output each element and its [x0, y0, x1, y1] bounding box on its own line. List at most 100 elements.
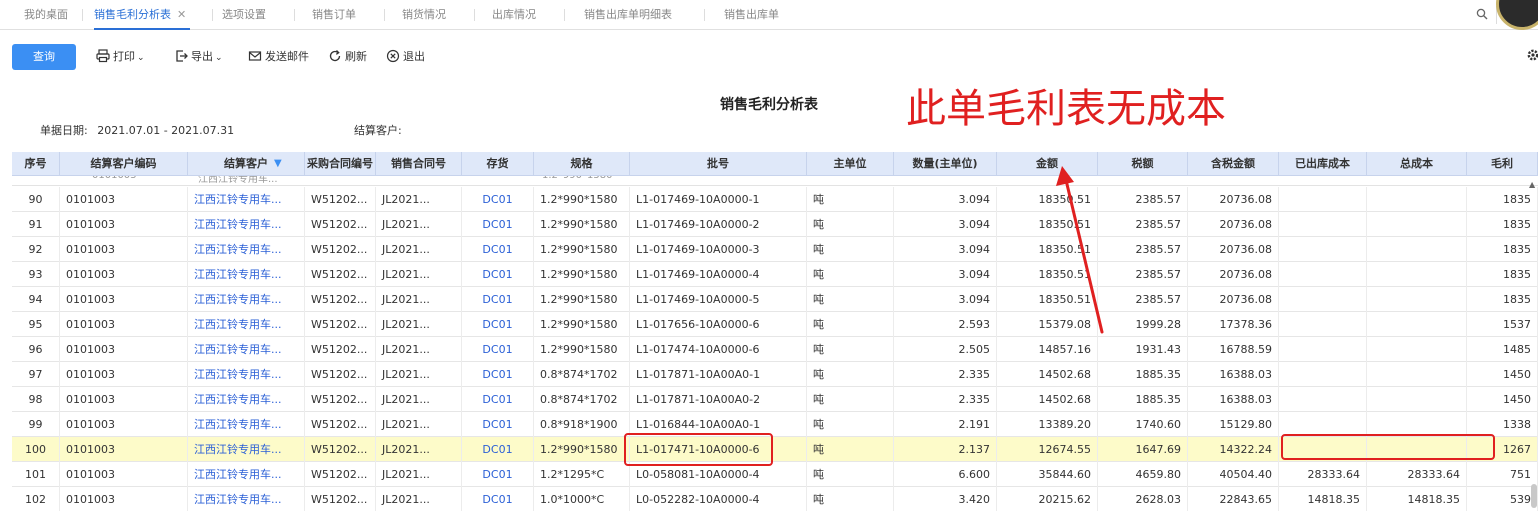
cell-quantity-col: 6.600 [894, 462, 997, 487]
column-header-quantity-col[interactable]: 数量(主单位) [894, 152, 997, 176]
cell-customer-col[interactable]: 江西江铃专用车... [188, 387, 305, 412]
scroll-up-icon[interactable]: ▲ [1529, 180, 1535, 189]
tab-options[interactable]: 选项设置 [222, 0, 266, 30]
column-header-spec-col[interactable]: 规格 [534, 152, 630, 176]
cell-customer-col[interactable]: 江西江铃专用车... [188, 187, 305, 212]
avatar[interactable] [1496, 0, 1538, 30]
cell-total-cost-col [1367, 387, 1467, 412]
cell-inventory-col[interactable]: DC01 [462, 212, 534, 237]
column-header-seq-col[interactable]: 序号 [12, 152, 60, 176]
column-header-purchase-contract-col[interactable]: 采购合同编号 [305, 152, 376, 176]
refresh-button[interactable]: 刷新 [328, 48, 367, 66]
cell-quantity-col: 2.505 [894, 337, 997, 362]
cell-inventory-col[interactable]: DC01 [462, 387, 534, 412]
scrollbar-thumb[interactable] [1531, 484, 1537, 508]
tab-label: 销售订单 [312, 8, 356, 21]
cell-inventory-col[interactable]: DC01 [462, 187, 534, 212]
cell-total-col: 16388.03 [1188, 387, 1279, 412]
table-row[interactable]: 98 0101003 江西江铃专用车... W51202... JL2021... DC0… [12, 387, 1538, 412]
cell-inventory-col[interactable]: DC01 [462, 437, 534, 462]
tab-divider [384, 9, 385, 21]
column-header-total-cost-col[interactable]: 总成本 [1367, 152, 1467, 176]
cell-tax-col: 1647.69 [1098, 437, 1188, 462]
cell-quantity-col: 2.335 [894, 387, 997, 412]
cell-customer-col[interactable]: 江西江铃专用车... [188, 462, 305, 487]
tab-outbound-status[interactable]: 出库情况 [492, 0, 536, 30]
close-icon[interactable]: ✕ [177, 8, 186, 21]
cell-inventory-col[interactable]: DC01 [462, 337, 534, 362]
table-row[interactable]: 93 0101003 江西江铃专用车... W51202... JL2021... DC0… [12, 262, 1538, 287]
print-button[interactable]: 打印 ⌄ [96, 48, 145, 66]
column-header-customer-code-col[interactable]: 结算客户编码 [60, 152, 188, 176]
cell-shipped-cost-col [1279, 212, 1367, 237]
send-email-button[interactable]: 发送邮件 [248, 48, 309, 66]
cell-customer-col[interactable]: 江西江铃专用车... [188, 362, 305, 387]
cell-customer-col[interactable]: 江西江铃专用车... [188, 287, 305, 312]
cell-purchase-contract-col: W51202... [305, 287, 376, 312]
cell-customer-col[interactable]: 江西江铃专用车... [188, 337, 305, 362]
cell-inventory-col[interactable]: DC01 [462, 287, 534, 312]
cell-customer-col[interactable]: 江西江铃专用车... [188, 437, 305, 462]
column-header-inventory-col[interactable]: 存货 [462, 152, 534, 176]
cell-spec-col: 1.2*1295*C [534, 462, 630, 487]
gear-icon[interactable] [1526, 48, 1538, 62]
export-button[interactable]: 导出 ⌄ [174, 48, 223, 66]
tab-desktop[interactable]: 我的桌面 [24, 0, 68, 30]
cell-customer-col[interactable]: 江西江铃专用车... [188, 212, 305, 237]
table-row[interactable]: 91 0101003 江西江铃专用车... W51202... JL2021... DC0… [12, 212, 1538, 237]
table-row[interactable]: 95 0101003 江西江铃专用车... W51202... JL2021... DC0… [12, 312, 1538, 337]
cell-inventory-col[interactable]: DC01 [462, 487, 534, 511]
cell-customer-col[interactable]: 江西江铃专用车... [188, 412, 305, 437]
cell-unit-col: 吨 [807, 362, 894, 387]
table-row[interactable]: 97 0101003 江西江铃专用车... W51202... JL2021... DC0… [12, 362, 1538, 387]
cell-inventory-col[interactable]: DC01 [462, 462, 534, 487]
cell-seq-col: 98 [12, 387, 60, 412]
cell-total-cost-col [1367, 262, 1467, 287]
cell-customer-col[interactable]: 江西江铃专用车... [188, 237, 305, 262]
table-row[interactable]: 101 0101003 江西江铃专用车... W51202... JL2021... DC… [12, 462, 1538, 487]
cell-inventory-col[interactable]: DC01 [462, 262, 534, 287]
cell-sales-contract-col: JL2021... [376, 387, 462, 412]
query-button[interactable]: 查询 [12, 44, 76, 70]
tab-sales-order[interactable]: 销售订单 [312, 0, 356, 30]
cell-total-col: 20736.08 [1188, 287, 1279, 312]
table-row[interactable]: 102 0101003 江西江铃专用车... W51202... JL2021... DC… [12, 487, 1538, 511]
cell-customer-col[interactable]: 江西江铃专用车... [188, 312, 305, 337]
cell-inventory-col[interactable]: DC01 [462, 362, 534, 387]
tab-outbound-order[interactable]: 销售出库单 [724, 0, 779, 30]
tab-outbound-detail[interactable]: 销售出库单明细表 [584, 0, 672, 30]
tab-divider [564, 9, 565, 21]
cell-batch-col: L0-052282-10A0000-4 [630, 487, 807, 511]
cell-seq-col: 92 [12, 237, 60, 262]
exit-button[interactable]: 退出 [386, 48, 425, 66]
cell-spec-col: 1.0*1000*C [534, 487, 630, 511]
column-header-batch-col[interactable]: 批号 [630, 152, 807, 176]
column-header-customer-col[interactable]: 结算客户 [188, 152, 305, 176]
cell-inventory-col[interactable]: DC01 [462, 412, 534, 437]
cell-batch-col: L1-017469-10A0000-5 [630, 287, 807, 312]
column-header-shipped-cost-col[interactable]: 已出库成本 [1279, 152, 1367, 176]
cell-batch-col: L1-017871-10A00A0-2 [630, 387, 807, 412]
table-row[interactable]: 92 0101003 江西江铃专用车... W51202... JL2021... DC0… [12, 237, 1538, 262]
column-header-sales-contract-col[interactable]: 销售合同号 [376, 152, 462, 176]
cell-unit-col: 吨 [807, 187, 894, 212]
column-header-total-col[interactable]: 含税金额 [1188, 152, 1279, 176]
column-header-profit-col[interactable]: 毛利 [1467, 152, 1538, 176]
cell-customer-col[interactable]: 江西江铃专用车... [188, 262, 305, 287]
column-header-tax-col[interactable]: 税额 [1098, 152, 1188, 176]
search-icon[interactable] [1476, 8, 1488, 20]
cell-profit-col: 1485 [1467, 337, 1538, 362]
cell-inventory-col[interactable]: DC01 [462, 312, 534, 337]
table-row[interactable]: 90 0101003 江西江铃专用车... W51202... JL2021... DC0… [12, 187, 1538, 212]
cell-inventory-col[interactable]: DC01 [462, 237, 534, 262]
tab-sales-status[interactable]: 销货情况 [402, 0, 446, 30]
cell-batch-col: L1-017469-10A0000-3 [630, 237, 807, 262]
table-row[interactable]: 94 0101003 江西江铃专用车... W51202... JL2021... DC0… [12, 287, 1538, 312]
filter-icon[interactable]: ▼ [274, 152, 282, 176]
cell-customer-col[interactable]: 江西江铃专用车... [188, 487, 305, 511]
cell-customer-code-col: 0101003 [60, 337, 188, 362]
table-row[interactable]: 96 0101003 江西江铃专用车... W51202... JL2021... DC0… [12, 337, 1538, 362]
cell-spec-col: 1.2*990*1580 [534, 287, 630, 312]
tab-sales-margin[interactable]: 销售毛利分析表 ✕ [94, 0, 191, 30]
column-header-unit-col[interactable]: 主单位 [807, 152, 894, 176]
